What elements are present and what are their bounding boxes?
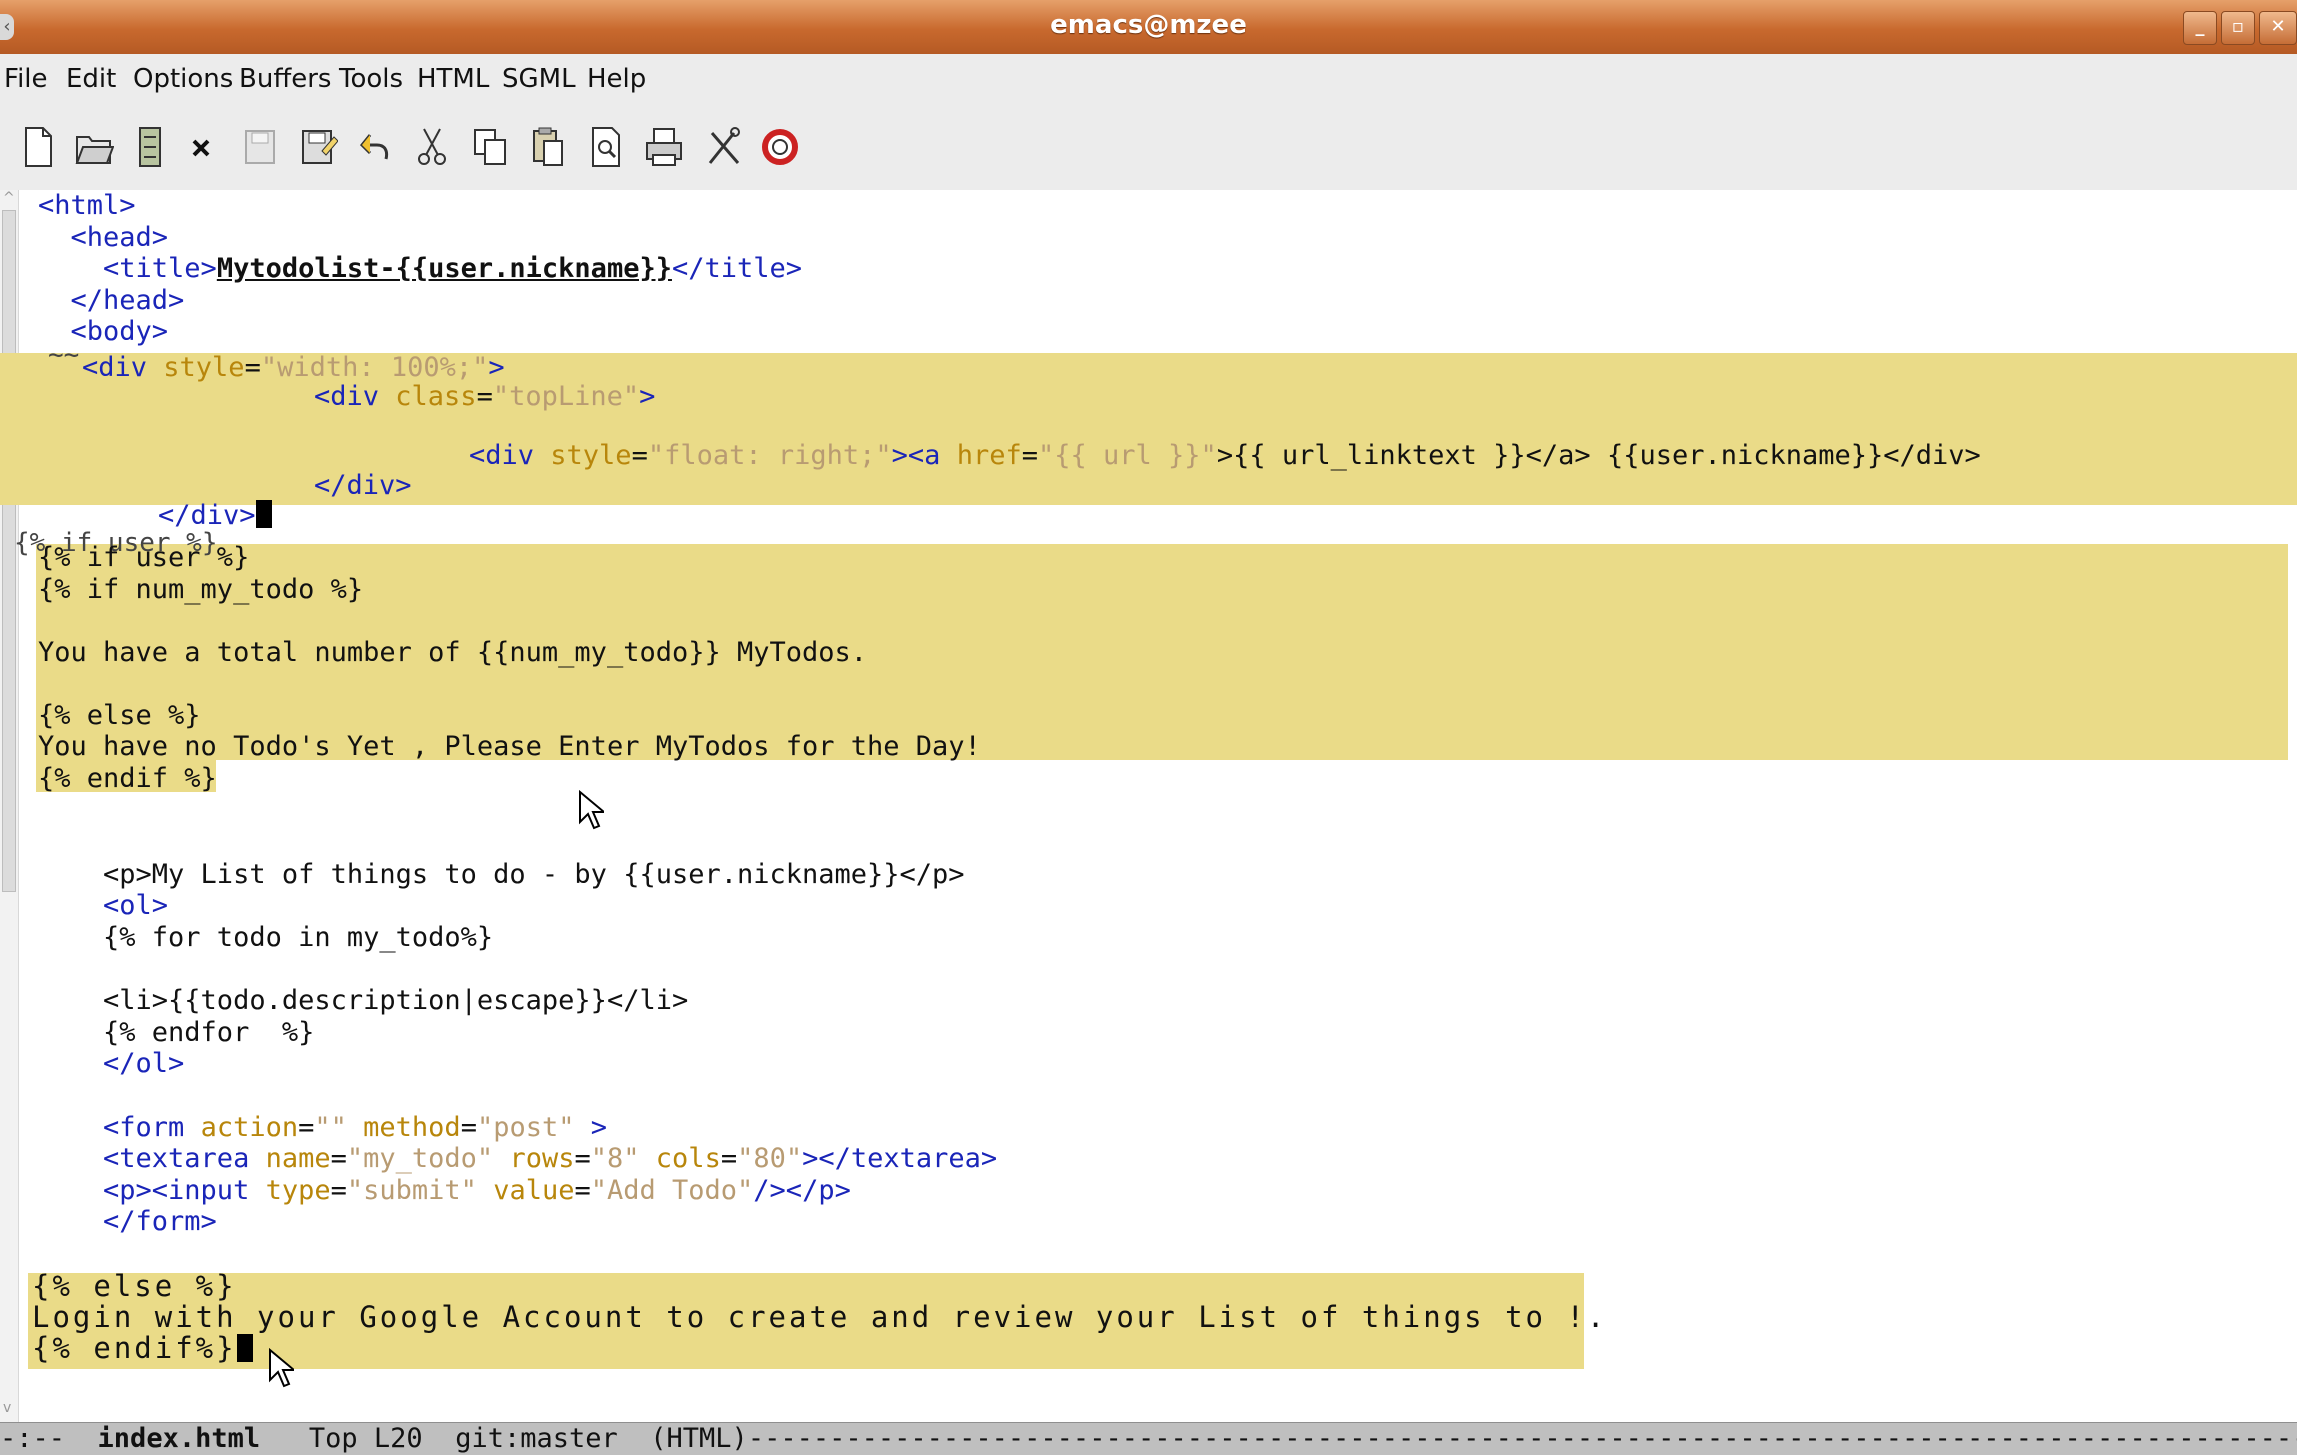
code-line: </form> xyxy=(38,1206,217,1237)
code-line: <div style="width: 100%;"> xyxy=(82,352,505,383)
paste-icon[interactable] xyxy=(526,122,570,172)
save-icon[interactable] xyxy=(238,122,282,172)
scroll-down-icon[interactable]: v xyxy=(3,1400,15,1416)
new-file-icon[interactable] xyxy=(16,122,60,172)
menu-html[interactable]: HTML xyxy=(417,64,489,94)
code-line: <li>{{todo.description|escape}}</li> xyxy=(38,985,689,1016)
code-line: Login with your Google Account to create… xyxy=(32,1300,1608,1334)
menu-help[interactable]: Help xyxy=(587,64,646,94)
modeline-position: Top L20 xyxy=(308,1423,423,1454)
menu-options[interactable]: Options xyxy=(133,64,233,94)
text-cursor xyxy=(236,1334,253,1362)
code-line: {% endif %} xyxy=(38,763,217,794)
mouse-pointer-icon xyxy=(269,1348,294,1388)
code-line: {% else %} xyxy=(38,700,201,731)
open-directory-icon[interactable] xyxy=(128,122,172,172)
save-as-icon[interactable] xyxy=(296,122,340,172)
print-icon[interactable] xyxy=(642,122,686,172)
open-folder-icon[interactable] xyxy=(72,122,116,172)
code-line: </div> xyxy=(314,470,412,501)
code-line: {% endfor %} xyxy=(38,1017,315,1048)
window-title: emacs@mzee xyxy=(1050,10,1247,40)
text-cursor xyxy=(255,500,272,528)
buffer-name[interactable]: index.html xyxy=(98,1423,261,1454)
code-line: <html> xyxy=(38,190,136,221)
undo-icon[interactable] xyxy=(354,122,398,172)
code-line: You have no Todo's Yet , Please Enter My… xyxy=(38,731,981,762)
code-line: {% endif%} xyxy=(32,1333,253,1364)
search-icon[interactable] xyxy=(584,122,628,172)
code-line: <form action="" method="post" > xyxy=(38,1112,608,1143)
menu-sgml[interactable]: SGML xyxy=(502,64,576,94)
code-line: {% else %} xyxy=(32,1269,237,1303)
modeline-mode[interactable]: (HTML) xyxy=(650,1423,748,1454)
cut-icon[interactable] xyxy=(410,122,454,172)
modeline-flags: -:-- xyxy=(0,1423,66,1454)
minimize-button[interactable]: _ xyxy=(2183,11,2217,45)
close-window-button[interactable]: ✕ xyxy=(2259,11,2297,45)
modeline-fill: ----------------------------------------… xyxy=(747,1423,2297,1454)
modeline-vc[interactable]: git:master xyxy=(455,1423,618,1454)
code-line: <div style="float: right;"><a href="{{ u… xyxy=(469,440,1981,471)
mouse-pointer-icon xyxy=(579,790,604,830)
code-line: <textarea name="my_todo" rows="8" cols="… xyxy=(38,1143,998,1174)
code-line: <ol> xyxy=(38,890,169,921)
copy-icon[interactable] xyxy=(468,122,512,172)
code-line: <body> xyxy=(38,316,169,347)
menu-buffers[interactable]: Buffers xyxy=(239,64,331,94)
code-line: <p><input type="submit" value="Add Todo"… xyxy=(38,1175,851,1206)
menu-edit[interactable]: Edit xyxy=(66,64,116,94)
code-line: {% for todo in my_todo%} xyxy=(38,922,494,953)
close-icon[interactable] xyxy=(180,122,224,172)
title-bar: ‹ emacs@mzee _ ▫ ✕ xyxy=(0,0,2297,54)
code-line: </div> xyxy=(158,500,272,531)
code-line: <title>Mytodolist-{{user.nickname}}</tit… xyxy=(38,253,803,284)
code-line: <p>My List of things to do - by {{user.n… xyxy=(38,859,965,890)
customize-icon[interactable] xyxy=(702,122,746,172)
mode-line: -:-- index.html Top L20 git:master (HTML… xyxy=(0,1422,2297,1455)
code-line: </head> xyxy=(38,285,185,316)
menu-file[interactable]: File xyxy=(4,64,48,94)
code-line: {% if user %} xyxy=(38,542,250,573)
scroll-up-icon[interactable]: ^ xyxy=(3,190,15,206)
code-line: You have a total number of {{num_my_todo… xyxy=(38,637,868,668)
code-line: <div class="topLine"> xyxy=(314,381,656,412)
code-line: <head> xyxy=(38,222,169,253)
code-line: </ol> xyxy=(38,1048,185,1079)
menu-bar: File Edit Options Buffers Tools HTML SGM… xyxy=(0,54,2297,105)
menu-tools[interactable]: Tools xyxy=(339,64,403,94)
toolbar xyxy=(0,104,2297,191)
maximize-button[interactable]: ▫ xyxy=(2221,11,2255,45)
code-line: {% if num_my_todo %} xyxy=(38,574,364,605)
help-icon[interactable] xyxy=(758,122,802,172)
editor-area[interactable]: ^ v ~~ {% if user %} <html> <head> <titl… xyxy=(0,190,2297,1422)
